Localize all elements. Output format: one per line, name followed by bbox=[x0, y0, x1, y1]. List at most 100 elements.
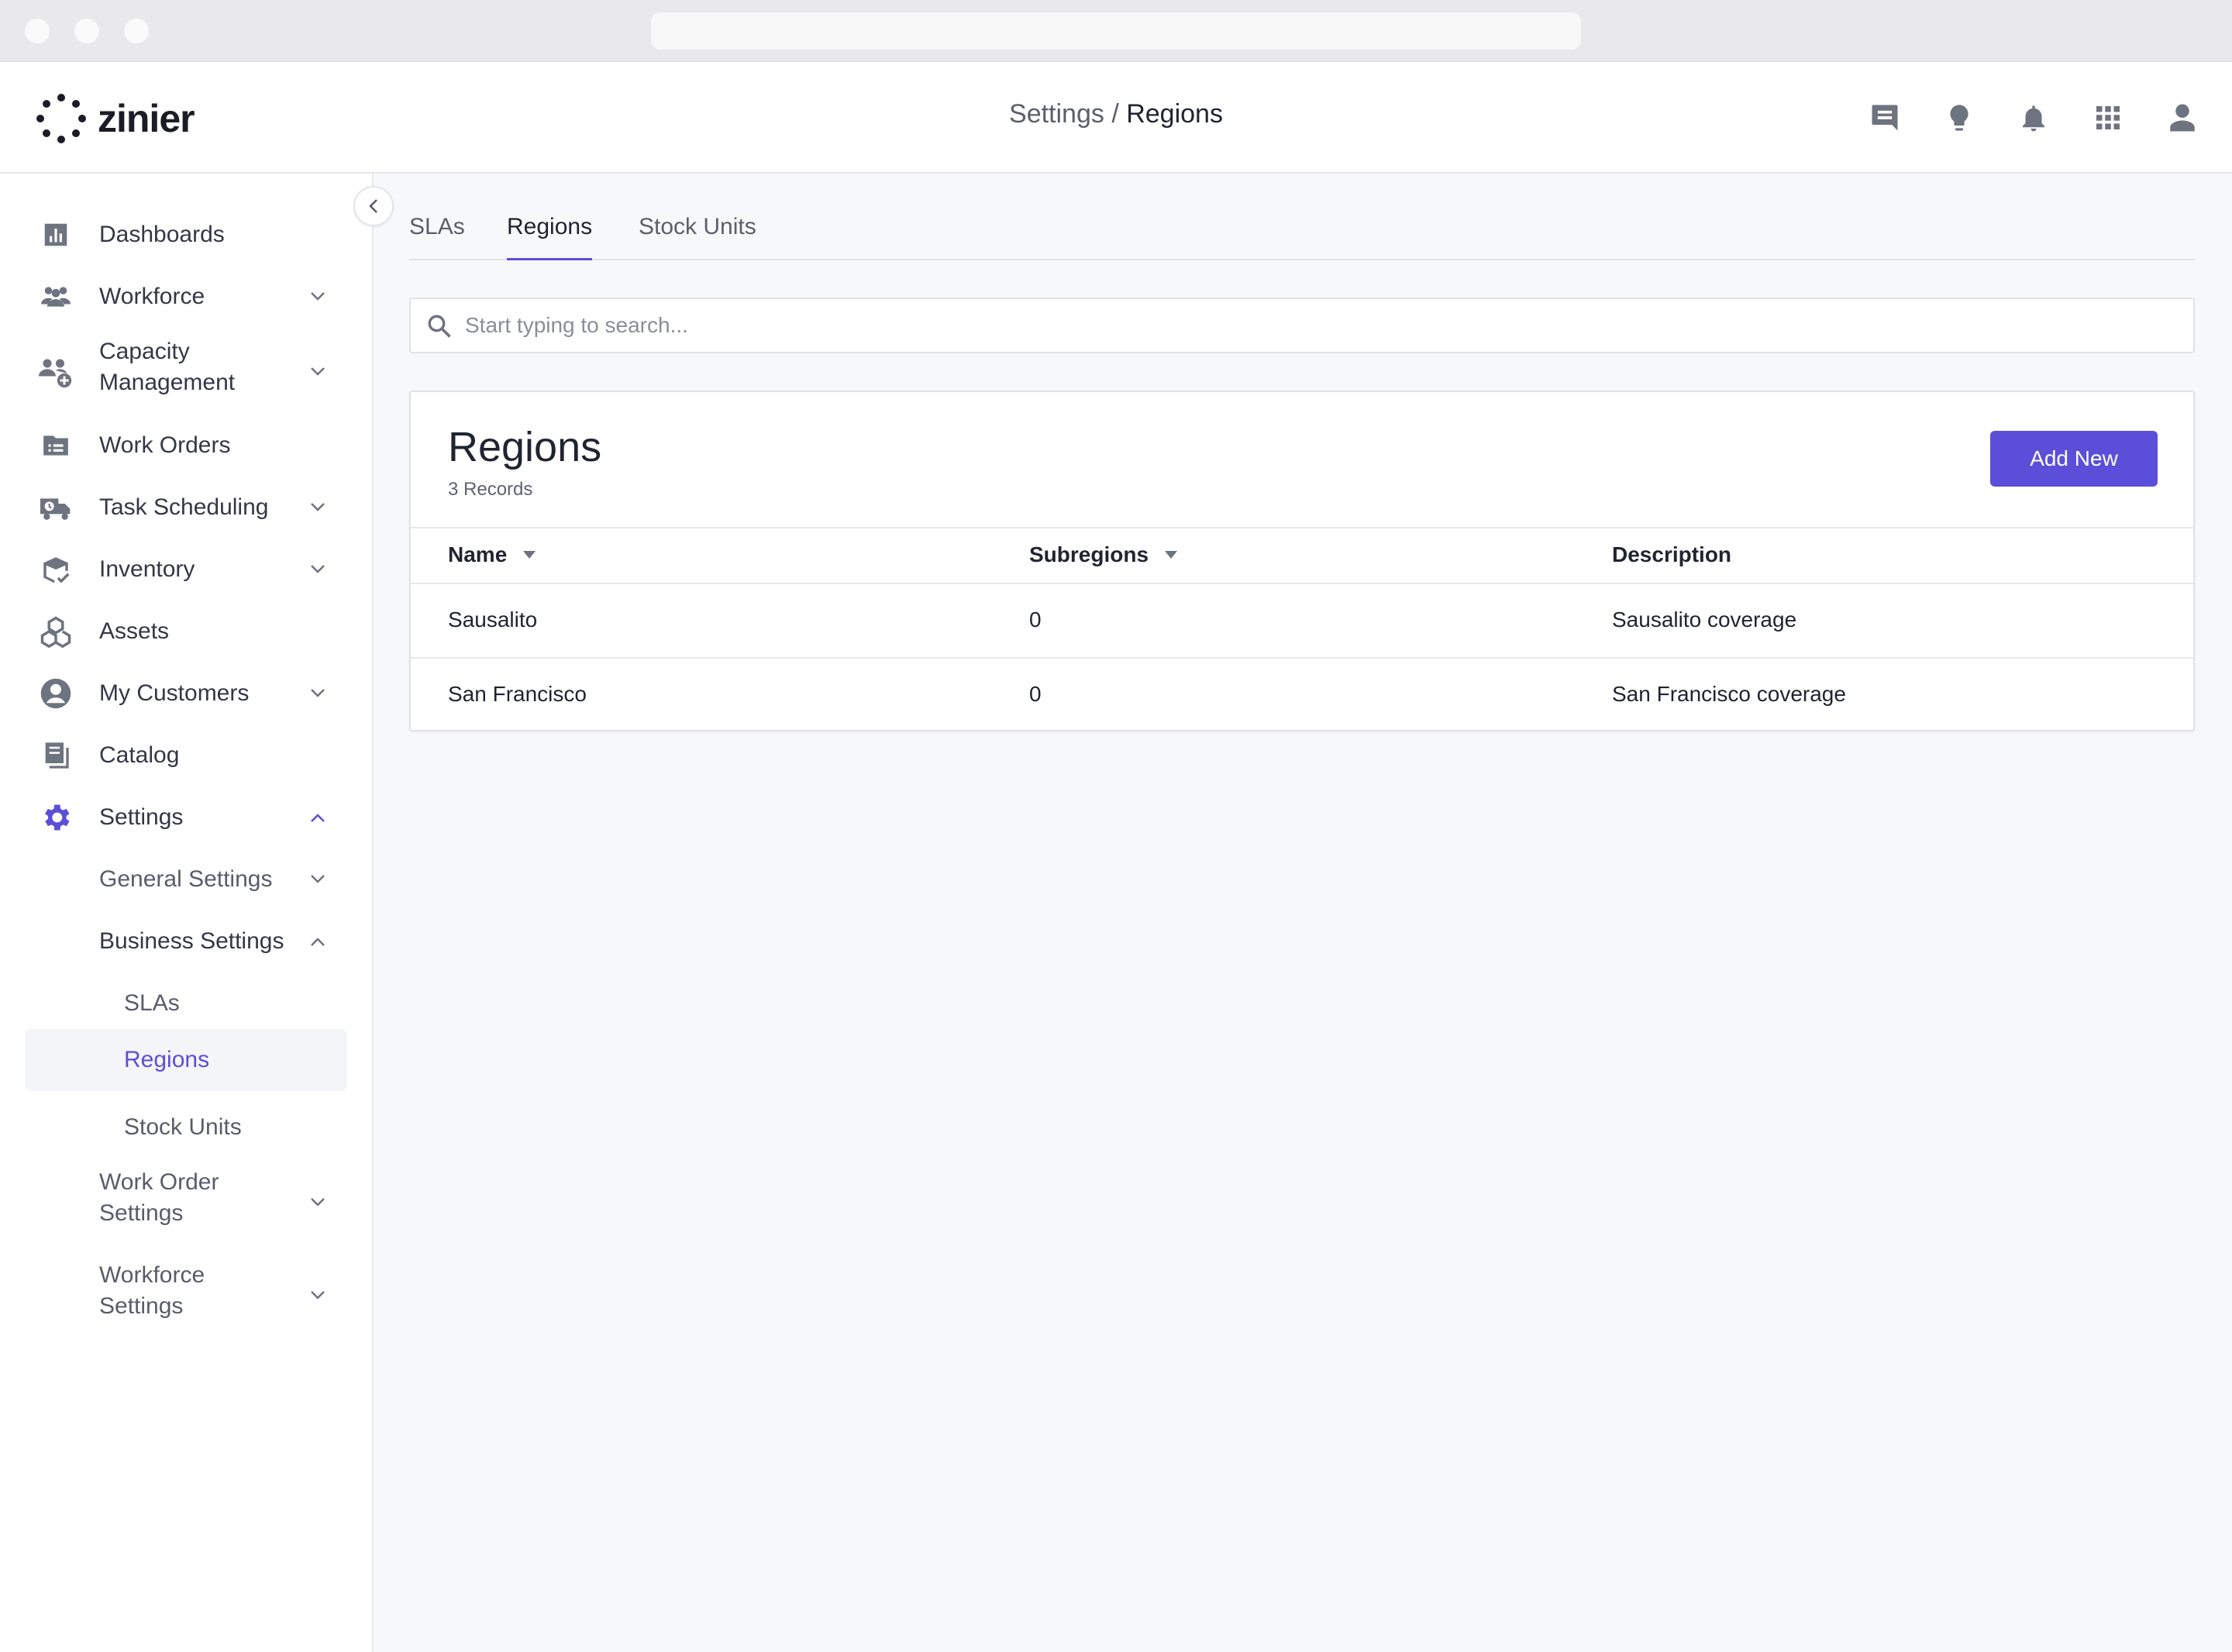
column-header-label: Description bbox=[1612, 542, 1732, 566]
sidebar-item-label: Dashboards bbox=[99, 222, 225, 247]
window-maximize-dot[interactable] bbox=[124, 19, 149, 43]
sidebar-item-label-line2: Management bbox=[99, 370, 236, 395]
user-icon[interactable] bbox=[2164, 96, 2201, 139]
sidebar: Dashboards Workforce Capacity Management… bbox=[0, 174, 374, 1652]
sidebar-item-capacity-management[interactable]: Capacity Management bbox=[25, 333, 347, 411]
sidebar-item-task-scheduling[interactable]: Task Scheduling bbox=[25, 482, 347, 533]
breadcrumb-separator: / bbox=[1104, 99, 1127, 129]
column-header-label: Subregions bbox=[1029, 542, 1149, 566]
sidebar-item-label: Work Order bbox=[99, 1169, 219, 1195]
sidebar-item-label: Business Settings bbox=[99, 928, 284, 954]
record-count: 3 Records bbox=[448, 479, 533, 500]
sidebar-item-label: Catalog bbox=[99, 742, 180, 768]
header-actions bbox=[1866, 96, 2201, 139]
capacity-icon bbox=[39, 355, 73, 389]
sidebar-item-general-settings[interactable]: General Settings bbox=[25, 854, 347, 905]
column-header-description: Description bbox=[1612, 542, 1731, 567]
app-header: zinier Settings / Regions bbox=[0, 62, 2232, 174]
sidebar-item-label: Regions bbox=[124, 1047, 210, 1072]
chevron-left-icon bbox=[369, 199, 377, 213]
account-circle-icon bbox=[39, 676, 73, 711]
people-icon bbox=[39, 280, 73, 314]
table-row[interactable]: Sausalito 0 Sausalito coverage bbox=[411, 584, 2193, 659]
cell-name: Sausalito bbox=[448, 607, 538, 632]
sidebar-item-work-orders[interactable]: Work Orders bbox=[25, 420, 347, 471]
cubes-icon bbox=[39, 614, 73, 649]
table-row[interactable]: San Francisco 0 San Francisco coverage bbox=[411, 659, 2193, 733]
sidebar-item-label: General Settings bbox=[99, 866, 273, 892]
sort-down-icon bbox=[1165, 551, 1178, 559]
sort-down-icon bbox=[523, 551, 536, 559]
tab-regions[interactable]: Regions bbox=[507, 214, 593, 260]
add-new-button[interactable]: Add New bbox=[1990, 431, 2158, 487]
sidebar-item-label: Stock Units bbox=[124, 1114, 242, 1140]
sidebar-item-label: SLAs bbox=[124, 990, 180, 1016]
breadcrumb-parent[interactable]: Settings bbox=[1009, 99, 1104, 129]
chevron-down-icon bbox=[307, 286, 329, 308]
chevron-down-icon bbox=[307, 1285, 329, 1306]
sidebar-item-work-order-settings[interactable]: Work Order Settings bbox=[25, 1164, 347, 1241]
box-check-icon bbox=[39, 552, 73, 587]
sidebar-item-workforce-settings[interactable]: Workforce Settings bbox=[25, 1257, 347, 1334]
column-header-subregions[interactable]: Subregions bbox=[1029, 542, 1178, 567]
column-header-name[interactable]: Name bbox=[448, 542, 536, 567]
chevron-down-icon bbox=[307, 497, 329, 518]
sidebar-item-label: Assets bbox=[99, 618, 170, 644]
sidebar-item-catalog[interactable]: Catalog bbox=[25, 730, 347, 781]
chevron-down-icon bbox=[307, 361, 329, 383]
cell-description: San Francisco coverage bbox=[1612, 682, 1846, 706]
sidebar-item-inventory[interactable]: Inventory bbox=[25, 544, 347, 595]
chevron-down-icon bbox=[307, 1192, 329, 1213]
sidebar-item-label: Capacity bbox=[99, 339, 190, 364]
chat-icon[interactable] bbox=[1866, 96, 1903, 139]
sidebar-item-stock-units[interactable]: Stock Units bbox=[25, 1102, 347, 1153]
book-icon bbox=[39, 738, 73, 773]
sidebar-item-label: Work Orders bbox=[99, 432, 231, 458]
bar-chart-icon bbox=[39, 218, 73, 252]
search-box bbox=[409, 298, 2195, 353]
chevron-down-icon bbox=[307, 683, 329, 704]
sidebar-item-label-line2: Settings bbox=[99, 1293, 184, 1319]
sidebar-item-slas[interactable]: SLAs bbox=[25, 978, 347, 1029]
card-title: Regions bbox=[448, 424, 602, 470]
sidebar-collapse-button[interactable] bbox=[353, 186, 394, 226]
sidebar-item-workforce[interactable]: Workforce bbox=[25, 271, 347, 322]
cell-subregions: 0 bbox=[1029, 682, 1042, 706]
address-bar[interactable] bbox=[651, 12, 1581, 50]
sidebar-item-label: Task Scheduling bbox=[99, 494, 269, 520]
sidebar-item-label-line2: Settings bbox=[99, 1200, 184, 1226]
window-close-dot[interactable] bbox=[25, 19, 50, 43]
sidebar-item-label: Inventory bbox=[99, 556, 195, 582]
sidebar-item-assets[interactable]: Assets bbox=[25, 606, 347, 657]
tab-slas[interactable]: SLAs bbox=[409, 214, 465, 260]
sidebar-item-business-settings[interactable]: Business Settings bbox=[25, 916, 347, 967]
gear-icon bbox=[39, 800, 73, 835]
chevron-up-icon bbox=[307, 931, 329, 952]
chevron-down-icon bbox=[307, 869, 329, 890]
search-icon bbox=[426, 313, 453, 343]
search-input[interactable] bbox=[465, 299, 2170, 352]
browser-chrome bbox=[0, 0, 2232, 62]
sidebar-item-label: Settings bbox=[99, 804, 184, 830]
breadcrumb-current: Regions bbox=[1126, 99, 1223, 129]
bell-icon[interactable] bbox=[2015, 96, 2052, 139]
folder-list-icon bbox=[39, 428, 73, 463]
table-header: Name Subregions Description bbox=[411, 527, 2193, 584]
tab-stock-units[interactable]: Stock Units bbox=[639, 214, 756, 260]
sidebar-item-dashboards[interactable]: Dashboards bbox=[25, 209, 347, 260]
tab-bar: SLAs Regions Stock Units bbox=[409, 205, 2195, 260]
apps-grid-icon[interactable] bbox=[2089, 96, 2127, 139]
cell-subregions: 0 bbox=[1029, 607, 1042, 632]
sidebar-item-regions[interactable]: Regions bbox=[25, 1029, 347, 1091]
cell-name: San Francisco bbox=[448, 682, 587, 706]
cell-description: Sausalito coverage bbox=[1612, 607, 1797, 632]
sidebar-item-label: Workforce bbox=[99, 284, 205, 309]
lightbulb-icon[interactable] bbox=[1941, 96, 1978, 139]
sidebar-item-my-customers[interactable]: My Customers bbox=[25, 668, 347, 719]
chevron-down-icon bbox=[307, 559, 329, 580]
sidebar-item-label: My Customers bbox=[99, 680, 250, 706]
sidebar-item-settings[interactable]: Settings bbox=[25, 792, 347, 843]
window-minimize-dot[interactable] bbox=[74, 19, 99, 43]
regions-card: Regions 3 Records Add New Name Subregion… bbox=[409, 391, 2195, 731]
column-header-label: Name bbox=[448, 542, 508, 566]
